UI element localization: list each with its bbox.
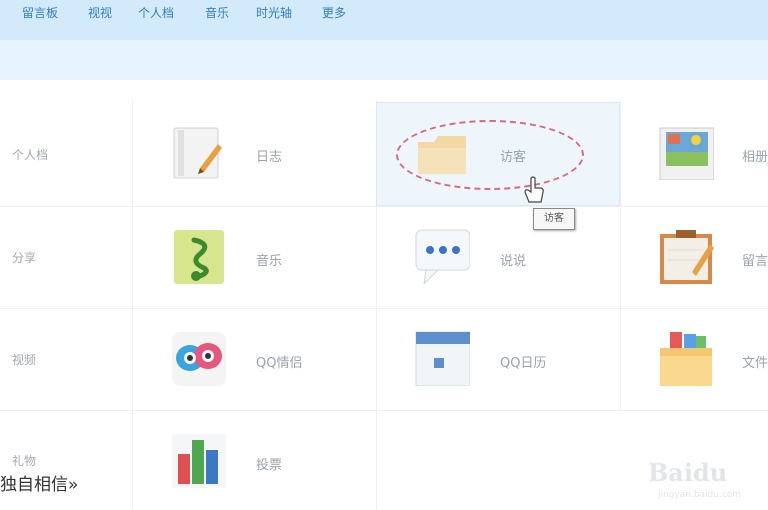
nav-item-profile[interactable]: 个人档 [138, 4, 174, 21]
chat-bubble-icon [415, 229, 470, 284]
app-label: QQ情侣 [256, 356, 303, 371]
app-qq-calendar[interactable]: QQ日历 [414, 330, 594, 394]
app-vote[interactable]: 投票 [170, 432, 350, 496]
app-diary[interactable]: 日志 [170, 124, 350, 188]
diary-icon [173, 127, 222, 179]
watermark-logo: Baidu jingyan.baidu.com [648, 436, 764, 506]
app-label: 文件 [742, 356, 768, 371]
app-files[interactable]: 文件 [658, 330, 768, 394]
nav-item-guestbook[interactable]: 留言板 [22, 4, 58, 21]
nav-item-timeline[interactable]: 时光轴 [256, 4, 292, 21]
app-label: 相册 [742, 150, 768, 165]
row-label-gift[interactable]: 礼物 [12, 452, 36, 469]
app-label: 留言板 [742, 254, 768, 269]
row-label-share[interactable]: 分享 [12, 249, 36, 266]
grid-divider [132, 100, 133, 510]
bottom-link[interactable]: 独自相信» [0, 470, 78, 495]
app-qq-couple[interactable]: QQ情侣 [170, 330, 350, 394]
qq-emoji-icon [172, 332, 226, 386]
photo-album-icon [659, 127, 714, 180]
app-talk[interactable]: 说说 [414, 228, 594, 292]
row-label-video[interactable]: 视频 [12, 351, 36, 368]
hand-cursor-icon [524, 176, 544, 203]
watermark-text: Baidu [648, 458, 728, 487]
grid-divider [0, 308, 768, 309]
grid-divider [0, 206, 768, 207]
grid-divider [0, 410, 768, 411]
app-label: 投票 [256, 458, 283, 473]
app-label: 说说 [500, 254, 527, 269]
grid-divider [620, 100, 621, 410]
app-label: 日志 [256, 150, 283, 165]
app-album[interactable]: 相册 [658, 124, 768, 188]
calendar-icon [415, 331, 470, 386]
message-board-icon [660, 230, 714, 284]
app-label: 音乐 [256, 254, 283, 269]
watermark-subtext: jingyan.baidu.com [658, 490, 742, 500]
document-folder-icon [660, 332, 712, 386]
row-label-profile[interactable]: 个人档 [12, 146, 48, 163]
music-note-icon [174, 230, 224, 284]
sub-header-bar [0, 40, 768, 80]
tooltip: 访客 [533, 208, 575, 230]
highlight-ellipse [396, 120, 584, 190]
nav-item-more[interactable]: 更多 [322, 4, 346, 21]
app-label: QQ日历 [500, 356, 547, 371]
app-music[interactable]: 音乐 [170, 228, 350, 292]
bar-chart-icon [172, 434, 226, 488]
top-nav-bar: 留言板 视视 个人档 音乐 时光轴 更多 [0, 0, 768, 40]
nav-item-music[interactable]: 音乐 [205, 4, 229, 21]
nav-item-video[interactable]: 视视 [88, 4, 112, 21]
app-message-board[interactable]: 留言板 [658, 228, 768, 292]
